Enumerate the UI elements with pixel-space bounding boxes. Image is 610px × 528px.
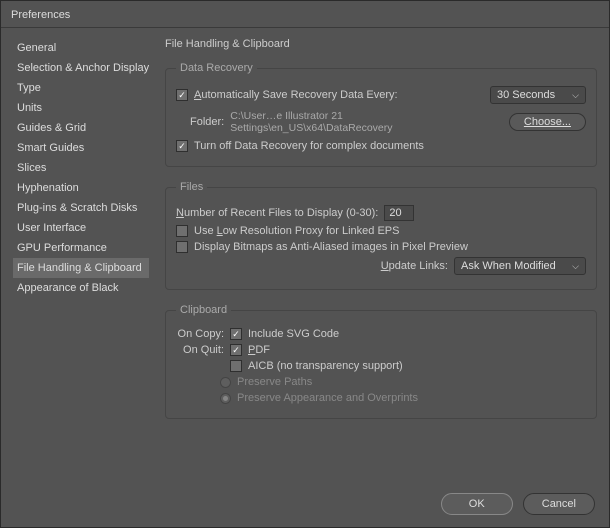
checkbox-auto-save-recovery[interactable] [176, 89, 188, 101]
legend-clipboard: Clipboard [176, 304, 231, 316]
checkbox-pdf[interactable] [230, 344, 242, 356]
label-include-svg: Include SVG Code [248, 328, 339, 340]
label-aicb: AICB (no transparency support) [248, 360, 403, 372]
select-recovery-interval[interactable]: 30 Seconds ⌵ [490, 86, 586, 104]
input-recent-files[interactable]: 20 [384, 205, 414, 221]
sidebar-item[interactable]: Appearance of Black [13, 278, 149, 298]
label-recent-files: Number of Recent Files to Display (0-30)… [176, 207, 378, 219]
sidebar-item[interactable]: Selection & Anchor Display [13, 58, 149, 78]
sidebar-item[interactable]: Units [13, 98, 149, 118]
label-preserve-appearance: Preserve Appearance and Overprints [237, 392, 418, 404]
group-data-recovery: Data Recovery Automatically Save Recover… [165, 62, 597, 167]
group-files: Files Number of Recent Files to Display … [165, 181, 597, 290]
label-auto-save-recovery: Automatically Save Recovery Data Every: [194, 89, 398, 101]
checkbox-include-svg[interactable] [230, 328, 242, 340]
ok-button[interactable]: OK [441, 493, 513, 515]
sidebar-item[interactable]: Guides & Grid [13, 118, 149, 138]
content-panel: File Handling & Clipboard Data Recovery … [165, 38, 597, 481]
folder-path: C:\User…e Illustrator 21 Settings\en_US\… [230, 110, 503, 134]
sidebar-item[interactable]: Hyphenation [13, 178, 149, 198]
preferences-window: Preferences GeneralSelection & Anchor Di… [0, 0, 610, 528]
cancel-button[interactable]: Cancel [523, 493, 595, 515]
label-pdf: PDF [248, 344, 270, 356]
sidebar-item[interactable]: File Handling & Clipboard [13, 258, 149, 278]
label-update-links: Update Links: [381, 260, 448, 272]
footer: OK Cancel [1, 485, 609, 527]
group-clipboard: Clipboard On Copy: Include SVG Code On Q… [165, 304, 597, 419]
legend-data-recovery: Data Recovery [176, 62, 257, 74]
label-low-res-proxy: Use Low Resolution Proxy for Linked EPS [194, 225, 399, 237]
sidebar: GeneralSelection & Anchor DisplayTypeUni… [13, 38, 149, 481]
checkbox-aicb[interactable] [230, 360, 242, 372]
choose-folder-button[interactable]: Choose... [509, 113, 586, 131]
chevron-down-icon: ⌵ [572, 261, 579, 272]
label-preserve-paths: Preserve Paths [237, 376, 312, 388]
legend-files: Files [176, 181, 207, 193]
sidebar-item[interactable]: Type [13, 78, 149, 98]
label-on-copy: On Copy: [176, 328, 224, 340]
window-title: Preferences [11, 9, 70, 21]
checkbox-display-bitmaps[interactable] [176, 241, 188, 253]
label-display-bitmaps: Display Bitmaps as Anti-Aliased images i… [194, 241, 468, 253]
radio-preserve-paths [220, 377, 231, 388]
radio-preserve-appearance [220, 393, 231, 404]
label-turnoff-complex: Turn off Data Recovery for complex docum… [194, 140, 424, 152]
folder-label: Folder: [190, 116, 224, 128]
sidebar-item[interactable]: User Interface [13, 218, 149, 238]
sidebar-item[interactable]: GPU Performance [13, 238, 149, 258]
checkbox-low-res-proxy[interactable] [176, 225, 188, 237]
panel-title: File Handling & Clipboard [165, 38, 597, 50]
checkbox-turnoff-complex[interactable] [176, 140, 188, 152]
sidebar-item[interactable]: General [13, 38, 149, 58]
titlebar: Preferences [1, 1, 609, 28]
select-update-links[interactable]: Ask When Modified ⌵ [454, 257, 586, 275]
sidebar-item[interactable]: Plug-ins & Scratch Disks [13, 198, 149, 218]
sidebar-item[interactable]: Smart Guides [13, 138, 149, 158]
sidebar-item[interactable]: Slices [13, 158, 149, 178]
label-on-quit: On Quit: [176, 344, 224, 356]
chevron-down-icon: ⌵ [572, 90, 579, 101]
